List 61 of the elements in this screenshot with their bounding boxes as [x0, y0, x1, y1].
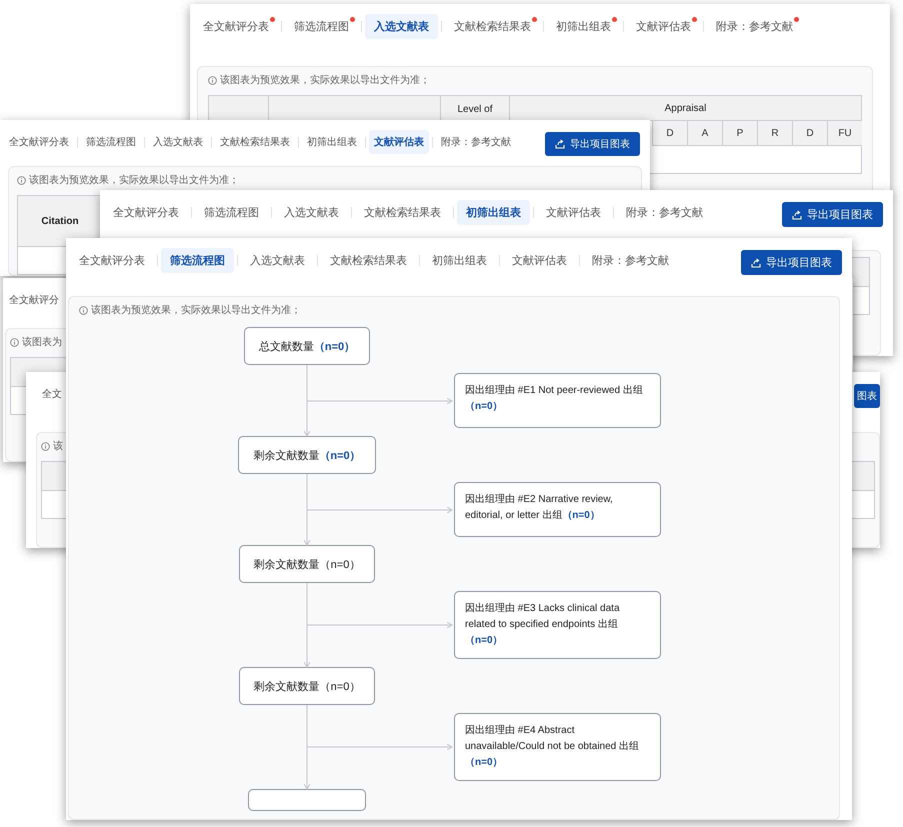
tab[interactable]: 全文 — [40, 382, 64, 406]
exclusion-node: 因出组理由 #E4 Abstract unavailable/Could not be obtained 出组 （n=0） — [454, 713, 661, 781]
tab[interactable]: 附录：参考文献 — [583, 248, 678, 273]
notice-text: 该 — [53, 440, 63, 453]
tab[interactable]: 筛选流程图 — [161, 248, 234, 273]
tab[interactable]: 文献评估表 — [627, 14, 700, 39]
tab[interactable]: 入选文献表 — [241, 248, 314, 273]
table-header-cell: D — [792, 121, 827, 146]
tab[interactable]: 筛选流程图 — [195, 200, 268, 225]
tab[interactable]: 初筛出组表 — [457, 200, 530, 225]
tab[interactable]: 全文献评分表 — [70, 248, 154, 273]
tab[interactable]: 文献检索结果表 — [215, 130, 295, 154]
table-header-cell: FU — [827, 121, 862, 146]
info-icon — [10, 338, 19, 346]
tab[interactable]: 入选文献表 — [148, 130, 208, 154]
exclusion-node: 因出组理由 #E3 Lacks clinical data related to specified endpoints 出组 （n=0） — [454, 591, 661, 659]
tab[interactable]: 文献评估表 — [369, 130, 429, 154]
export-button[interactable]: 导出项目图表 — [741, 250, 842, 275]
flow-node: 剩余文献数量（n=0） — [238, 436, 376, 474]
tab[interactable]: 入选文献表 — [365, 14, 438, 39]
exclusion-node: 因出组理由 #E1 Not peer-reviewed 出组 （n=0） — [454, 373, 661, 428]
table-header-cell: Appraisal — [510, 96, 862, 121]
flow-node: 剩余文献数量（n=0） — [238, 667, 376, 705]
tab[interactable]: 入选文献表 — [275, 200, 348, 225]
info-icon — [17, 176, 26, 184]
tab[interactable]: 全文献评分 — [7, 288, 61, 312]
info-icon — [41, 442, 50, 450]
exclusion-node: 因出组理由 #E2 Narrative review, editorial, or letter 出组（n=0） — [454, 482, 661, 537]
info-icon — [79, 306, 88, 314]
table-header-cell: R — [757, 121, 792, 146]
tab[interactable]: 附录：参考文献 — [707, 14, 802, 39]
tab[interactable]: 附录：参考文献 — [617, 200, 712, 225]
tab[interactable]: 文献评估表 — [537, 200, 610, 225]
share-icon — [751, 258, 761, 268]
export-button[interactable]: 图表 — [854, 384, 880, 408]
notice-text: 该图表为 — [22, 336, 62, 349]
tab[interactable]: 全文献评分表 — [104, 200, 188, 225]
notice-text: 该图表为预览效果，实际效果以导出文件为准； — [29, 174, 239, 187]
flow-node: 剩余文献数量（n=0） — [238, 545, 376, 583]
tab[interactable]: 文献检索结果表 — [355, 200, 450, 225]
tab[interactable]: 初筛出组表 — [547, 14, 620, 39]
tab[interactable]: 文献检索结果表 — [321, 248, 416, 273]
tab[interactable]: 文献检索结果表 — [445, 14, 540, 39]
tab[interactable]: 初筛出组表 — [423, 248, 496, 273]
tab[interactable]: 初筛出组表 — [302, 130, 362, 154]
notice-text: 该图表为预览效果，实际效果以导出文件为准； — [91, 304, 301, 317]
info-icon — [208, 76, 217, 84]
table-header-cell: P — [722, 121, 757, 146]
export-button[interactable]: 导出项目图表 — [782, 202, 883, 227]
export-button[interactable]: 导出项目图表 — [545, 132, 640, 156]
tab[interactable]: 文献评估表 — [503, 248, 576, 273]
tab[interactable]: 全文献评分表 — [4, 130, 74, 154]
flow-node: 总文献数量（n=0） — [244, 327, 370, 365]
share-icon — [792, 210, 802, 220]
tab[interactable]: 全文献评分表 — [194, 14, 278, 39]
notice-text: 该图表为预览效果，实际效果以导出文件为准； — [220, 74, 430, 87]
table-header-cell: D — [652, 121, 687, 146]
tab[interactable]: 筛选流程图 — [285, 14, 358, 39]
tab[interactable]: 筛选流程图 — [81, 130, 141, 154]
share-icon — [555, 139, 565, 149]
table-header-cell: A — [687, 121, 722, 146]
